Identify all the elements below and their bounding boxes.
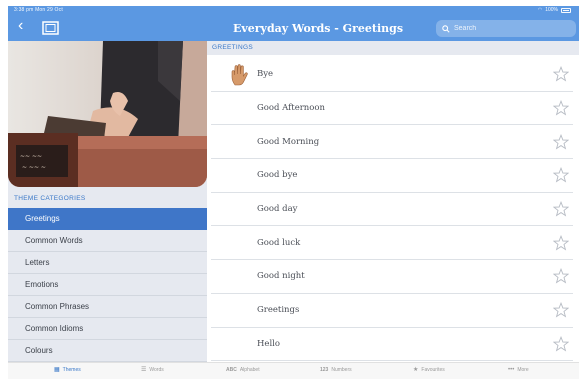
tab-label: Numbers	[331, 367, 352, 373]
word-label: Good Afternoon	[257, 103, 325, 114]
tab-label: Favourites	[421, 367, 445, 373]
word-row-good-night[interactable]: Good night	[211, 260, 573, 294]
favorite-star-icon[interactable]	[553, 201, 569, 217]
tab-label: More	[517, 367, 529, 373]
sidebar-item-emotions[interactable]: Emotions	[8, 274, 207, 296]
sidebar-item-common-words[interactable]: Common Words	[8, 230, 207, 252]
tab-themes[interactable]: ▦ Themes	[54, 367, 81, 373]
expand-icon[interactable]	[42, 21, 59, 35]
search-input[interactable]	[454, 25, 569, 32]
word-panel: GREETINGS Bye Good Afternoon Good Mornin…	[207, 41, 579, 362]
list-icon: ☰	[141, 367, 147, 373]
category-list: Greetings Common Words Letters Emotions …	[8, 208, 207, 362]
theme-photo: ~~ ~~ ~ ~~ ~	[8, 41, 207, 187]
favorite-star-icon[interactable]	[553, 268, 569, 285]
word-label: Good luck	[257, 237, 301, 248]
favorite-star-icon[interactable]	[553, 100, 569, 116]
sidebar-item-greetings[interactable]: Greetings	[8, 208, 207, 230]
123-icon: 123	[320, 367, 329, 373]
battery-percent: 100%	[545, 7, 558, 13]
status-indicators: ◠ 100%	[538, 7, 571, 13]
status-date: Mon 29 Oct	[35, 7, 63, 13]
word-row-bye[interactable]: Bye	[211, 58, 573, 92]
word-row-good-morning[interactable]: Good Morning	[211, 125, 573, 160]
navigation-bar: 3:38 pm Mon 29 Oct ◠ 100% ‹ Everyday Wor…	[8, 6, 579, 41]
tab-bar: ▦ Themes ☰ Words ABC Alphabet 123 Number…	[8, 362, 579, 379]
abc-icon: ABC	[226, 367, 237, 373]
battery-icon	[561, 7, 571, 13]
waving-hand-icon	[231, 64, 248, 86]
svg-text:~ ~~ ~: ~ ~~ ~	[22, 164, 46, 171]
word-list: Bye Good Afternoon Good Morning Good bye…	[211, 58, 573, 362]
tab-more[interactable]: ••• More	[508, 367, 529, 373]
tab-numbers[interactable]: 123 Numbers	[320, 367, 352, 373]
favorite-star-icon[interactable]	[553, 335, 569, 352]
page-title: Everyday Words - Greetings	[232, 22, 404, 35]
tab-words[interactable]: ☰ Words	[141, 367, 164, 373]
tab-label: Themes	[62, 367, 81, 373]
status-time-date: 3:38 pm Mon 29 Oct	[14, 7, 63, 13]
wifi-icon: ◠	[537, 7, 543, 13]
word-label: Bye	[257, 69, 274, 80]
word-row-hello[interactable]: Hello	[211, 328, 573, 362]
favorite-star-icon[interactable]	[553, 66, 569, 82]
search-icon	[442, 24, 450, 33]
word-label: Good night	[257, 271, 305, 282]
sidebar-item-colours[interactable]: Colours	[8, 340, 207, 362]
favorite-star-icon[interactable]	[553, 133, 569, 150]
star-icon: ★	[413, 367, 419, 373]
tab-label: Words	[149, 367, 164, 373]
search-bar[interactable]	[436, 20, 576, 37]
word-label: Good Morning	[257, 136, 320, 147]
word-label: Good day	[257, 204, 298, 215]
word-label: Hello	[257, 338, 280, 349]
sidebar-item-common-idioms[interactable]: Common Idioms	[8, 318, 207, 340]
word-row-good-day[interactable]: Good day	[211, 193, 573, 227]
sidebar-item-common-phrases[interactable]: Common Phrases	[8, 296, 207, 318]
status-time: 3:38 pm	[14, 7, 34, 13]
categories-header: THEME CATEGORIES	[14, 195, 86, 202]
section-header: GREETINGS	[207, 41, 579, 55]
back-chevron-icon[interactable]: ‹	[18, 18, 23, 34]
tab-favourites[interactable]: ★ Favourites	[413, 367, 445, 373]
favorite-star-icon[interactable]	[553, 302, 569, 318]
word-label: Greetings	[257, 305, 300, 316]
word-row-good-luck[interactable]: Good luck	[211, 226, 573, 261]
more-icon: •••	[508, 367, 515, 373]
word-row-good-bye[interactable]: Good bye	[211, 159, 573, 193]
grid-icon: ▦	[54, 367, 60, 373]
word-row-greetings[interactable]: Greetings	[211, 294, 573, 328]
tab-alphabet[interactable]: ABC Alphabet	[226, 367, 260, 373]
word-label: Good bye	[257, 170, 298, 181]
favorite-star-icon[interactable]	[553, 234, 569, 251]
sidebar: ~~ ~~ ~ ~~ ~ THEME CATEGORIES Greetings …	[8, 41, 207, 362]
svg-text:~~ ~~: ~~ ~~	[20, 153, 42, 160]
favorite-star-icon[interactable]	[553, 167, 569, 183]
sidebar-item-letters[interactable]: Letters	[8, 252, 207, 274]
tab-label: Alphabet	[239, 367, 260, 373]
word-row-good-afternoon[interactable]: Good Afternoon	[211, 92, 573, 126]
